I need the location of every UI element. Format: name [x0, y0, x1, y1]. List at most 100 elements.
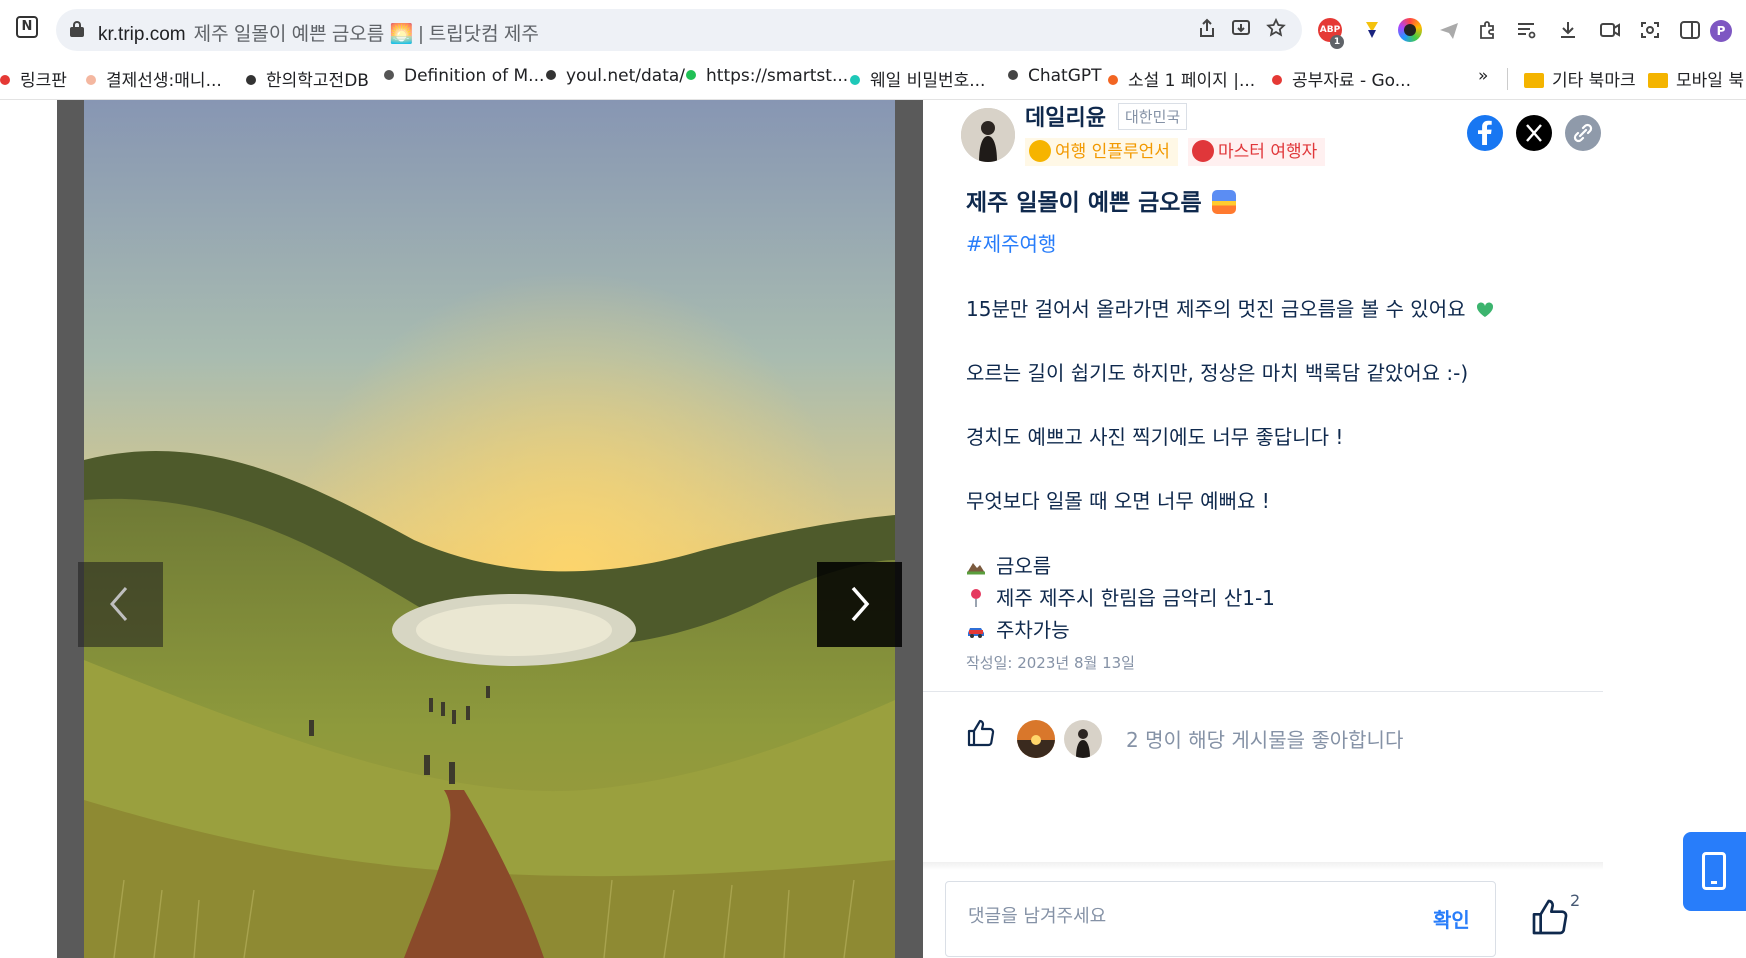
bookmark-item[interactable]: youl.net/data/: [546, 66, 685, 86]
x-share-button[interactable]: [1516, 115, 1552, 151]
photo-next-button[interactable]: [817, 562, 902, 647]
sunset-avatar-image: [1017, 720, 1055, 758]
url-host: kr.trip.com: [98, 24, 186, 45]
bookmarks-overflow-button[interactable]: »: [1478, 66, 1488, 86]
bookmark-folder-mobile[interactable]: 모바일 북: [1648, 66, 1744, 91]
influencer-badge: 여행 인플루언서: [1025, 138, 1178, 166]
folder-icon: [1524, 73, 1544, 88]
bookmark-label: 결제선생:매니...: [106, 71, 222, 91]
extensions-puzzle-icon[interactable]: [1476, 18, 1500, 42]
facebook-icon: [1478, 120, 1492, 145]
bookmark-favicon: [384, 70, 394, 80]
mobile-app-button[interactable]: [1683, 832, 1746, 911]
like-thumb-icon[interactable]: [966, 718, 996, 748]
copy-link-button[interactable]: [1565, 115, 1601, 151]
extension-count-badge: 1: [1330, 35, 1344, 49]
bookmark-folder-label: 기타 북마크: [1552, 71, 1636, 91]
author-photo: [961, 108, 1015, 162]
post-title: 제주 일몰이 예쁜 금오름: [966, 183, 1236, 217]
pin-icon: [971, 589, 981, 607]
download-arrow-extension-icon[interactable]: [1360, 18, 1384, 42]
color-picker-extension-icon[interactable]: [1398, 18, 1422, 42]
bookmark-favicon: [850, 75, 860, 85]
info-text: 제주 제주시 한림읍 금악리 산1-1: [996, 586, 1275, 610]
tab-page-title: 제주 일몰이 예쁜 금오름 🌅 | 트립닷컴 제주: [193, 24, 539, 45]
folder-icon: [1648, 73, 1668, 88]
bookmarks-divider: [1507, 68, 1508, 90]
bookmark-item[interactable]: 결제선생:매니...: [86, 66, 222, 91]
liker-avatar[interactable]: [1064, 720, 1102, 758]
bookmark-label: ChatGPT: [1028, 66, 1102, 86]
bookmark-item[interactable]: ChatGPT: [1008, 66, 1102, 86]
screen-record-icon[interactable]: [1598, 18, 1622, 42]
bookmark-star-icon[interactable]: [1266, 18, 1286, 38]
side-panel-icon[interactable]: [1678, 18, 1702, 42]
facebook-share-button[interactable]: [1467, 115, 1503, 151]
bookmark-item[interactable]: 공부자료 - Go...: [1272, 66, 1411, 91]
link-icon: [1573, 123, 1593, 143]
google-lens-icon[interactable]: [1638, 18, 1662, 42]
post-photo[interactable]: [84, 100, 895, 958]
post-paragraph: 오르는 길이 쉽기도 하지만, 정상은 마치 백록담 같았어요 :-): [966, 361, 1469, 385]
bookmark-favicon: [1008, 70, 1018, 80]
bookmark-favicon: [1272, 75, 1282, 85]
bookmark-favicon: [246, 75, 256, 85]
bookmark-folder-other[interactable]: 기타 북마크: [1524, 66, 1636, 91]
bookmark-item[interactable]: 웨일 비밀번호...: [850, 66, 985, 91]
sunset-crater-image: [84, 100, 895, 958]
photo-prev-button[interactable]: [78, 562, 163, 647]
comment-bar-shadow: [923, 862, 1603, 870]
car-icon: [968, 628, 984, 638]
info-text: 금오름: [996, 554, 1052, 578]
url-text[interactable]: kr.trip.com 제주 일몰이 예쁜 금오름 🌅 | 트립닷컴 제주: [98, 19, 539, 46]
post-hashtag[interactable]: #제주여행: [966, 228, 1056, 257]
post-paragraph: 경치도 예쁘고 사진 찍기에도 너무 좋답니다 !: [966, 425, 1344, 449]
comment-box: 확인: [945, 881, 1496, 957]
influencer-badge-label: 여행 인플루언서: [1055, 142, 1170, 162]
post-paragraph-text: 15분만 걸어서 올라가면 제주의 멋진 금오름을 볼 수 있어요: [966, 297, 1466, 321]
chevron-left-icon: [110, 587, 128, 621]
info-line-place: 금오름: [966, 550, 1051, 579]
info-text: 주차가능: [996, 618, 1070, 642]
bookmark-item[interactable]: https://smartst...: [686, 66, 848, 86]
like-button-thumb-icon[interactable]: [1530, 897, 1570, 937]
install-app-icon[interactable]: [1231, 18, 1251, 38]
author-avatar[interactable]: [961, 108, 1015, 162]
bookmarks-bar: 링크판 결제선생:매니... 한의학고전DB Definition of M..…: [0, 58, 1746, 100]
verified-icon: [1029, 140, 1051, 162]
author-name[interactable]: 데일리윤: [1025, 100, 1106, 132]
downloads-icon[interactable]: [1556, 18, 1580, 42]
bookmark-favicon: [0, 75, 10, 85]
browser-toolbar: N kr.trip.com 제주 일몰이 예쁜 금오름 🌅 | 트립닷컴 제주 A…: [0, 0, 1746, 58]
paper-plane-extension-icon[interactable]: [1437, 18, 1461, 42]
profile-avatar[interactable]: P: [1710, 20, 1732, 42]
master-traveler-badge: 마스터 여행자: [1188, 138, 1326, 166]
bookmark-label: 소설 1 페이지 |...: [1128, 71, 1256, 91]
mountain-icon: [967, 563, 985, 575]
author-country: 대한민국: [1118, 103, 1188, 130]
bookmark-item[interactable]: 한의학고전DB: [246, 66, 369, 91]
address-bar[interactable]: kr.trip.com 제주 일몰이 예쁜 금오름 🌅 | 트립닷컴 제주: [56, 9, 1302, 51]
bookmark-item[interactable]: Definition of M...: [384, 66, 544, 86]
liker-avatar[interactable]: [1017, 720, 1055, 758]
notion-extension-icon[interactable]: N: [16, 16, 38, 38]
likes-summary[interactable]: 2 명이 해당 게시물을 좋아합니다: [1126, 724, 1403, 753]
phone-icon: [1702, 852, 1726, 890]
reading-list-icon[interactable]: [1514, 18, 1538, 42]
bookmark-favicon: [546, 70, 556, 80]
lock-icon[interactable]: [70, 21, 84, 37]
bookmark-label: 공부자료 - Go...: [1292, 71, 1411, 91]
bookmark-folder-label: 모바일 북: [1676, 71, 1744, 91]
bookmark-favicon: [686, 70, 696, 80]
info-line-parking: 주차가능: [966, 614, 1070, 643]
bookmark-label: Definition of M...: [404, 66, 545, 86]
bookmark-label: 링크판: [20, 71, 67, 91]
comment-submit-button[interactable]: 확인: [1433, 904, 1470, 933]
like-count: 2: [1570, 891, 1581, 910]
bookmark-item[interactable]: 소설 1 페이지 |...: [1108, 66, 1255, 91]
bookmark-label: https://smartst...: [706, 66, 849, 86]
share-page-icon[interactable]: [1197, 18, 1217, 38]
bookmark-item[interactable]: 링크판: [0, 66, 67, 91]
comment-input[interactable]: [968, 906, 1368, 927]
x-logo-icon: [1526, 124, 1542, 142]
